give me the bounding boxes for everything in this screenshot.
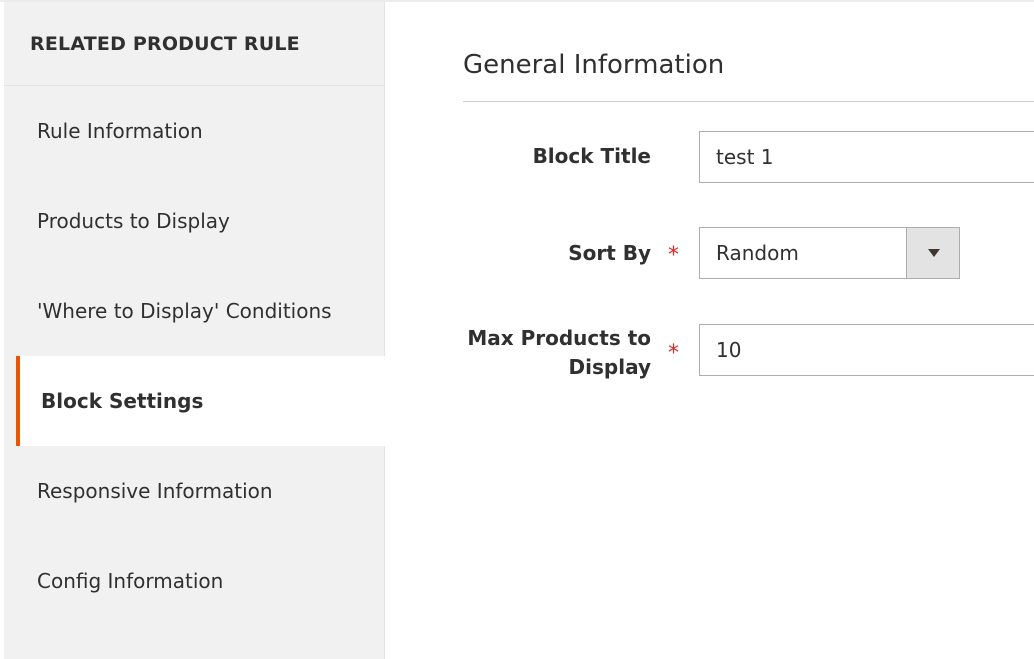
sort-by-label: Sort By (568, 241, 651, 265)
sidebar-item-where-to-display[interactable]: 'Where to Display' Conditions (4, 266, 384, 356)
max-products-label-line2: Display (568, 355, 651, 379)
sidebar-item-responsive-information[interactable]: Responsive Information (4, 446, 384, 536)
block-title-input[interactable]: test 1 (699, 131, 1034, 183)
sort-by-dropdown-button[interactable] (906, 228, 959, 278)
sort-by-value: Random (716, 241, 799, 265)
sidebar-item-config-information[interactable]: Config Information (4, 536, 384, 626)
sidebar-item-rule-information[interactable]: Rule Information (4, 86, 384, 176)
section-title: General Information (463, 50, 725, 80)
sidebar: RELATED PRODUCT RULE Rule Information Pr… (4, 2, 385, 659)
main-content: General Information Block Title test 1 S… (463, 2, 1034, 659)
section-divider (463, 101, 1034, 102)
sort-by-select[interactable]: Random (699, 227, 960, 279)
block-title-label: Block Title (532, 144, 651, 168)
sidebar-title: RELATED PRODUCT RULE (4, 2, 384, 86)
sidebar-nav: Rule Information Products to Display 'Wh… (4, 86, 385, 626)
max-products-required-mark: * (668, 341, 679, 366)
chevron-down-icon (928, 249, 940, 257)
sidebar-item-block-settings[interactable]: Block Settings (16, 356, 385, 446)
max-products-label: Max Products to Display (467, 324, 651, 382)
max-products-label-line1: Max Products to (467, 326, 651, 350)
sidebar-item-products-to-display[interactable]: Products to Display (4, 176, 384, 266)
max-products-input[interactable]: 10 (699, 324, 1034, 376)
page: RELATED PRODUCT RULE Rule Information Pr… (0, 0, 1034, 659)
sort-by-required-mark: * (668, 243, 679, 268)
